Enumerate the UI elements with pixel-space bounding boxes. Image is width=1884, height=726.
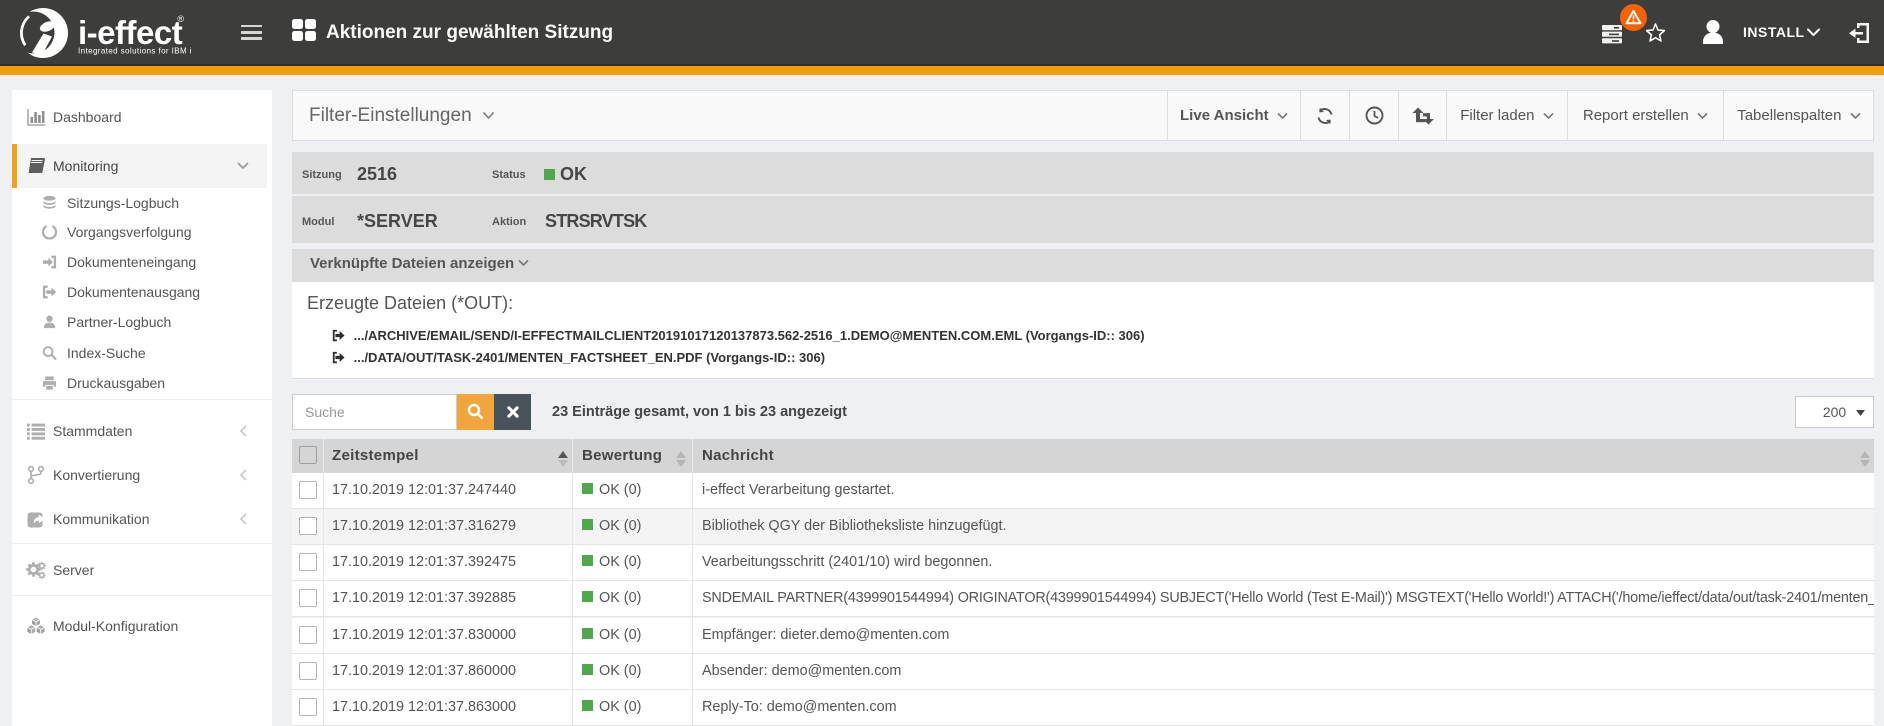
svg-text:®: ®	[177, 14, 184, 24]
svg-text:i-effect: i-effect	[78, 14, 183, 51]
svg-text:Integrated solutions for IBM i: Integrated solutions for IBM i	[78, 47, 192, 56]
